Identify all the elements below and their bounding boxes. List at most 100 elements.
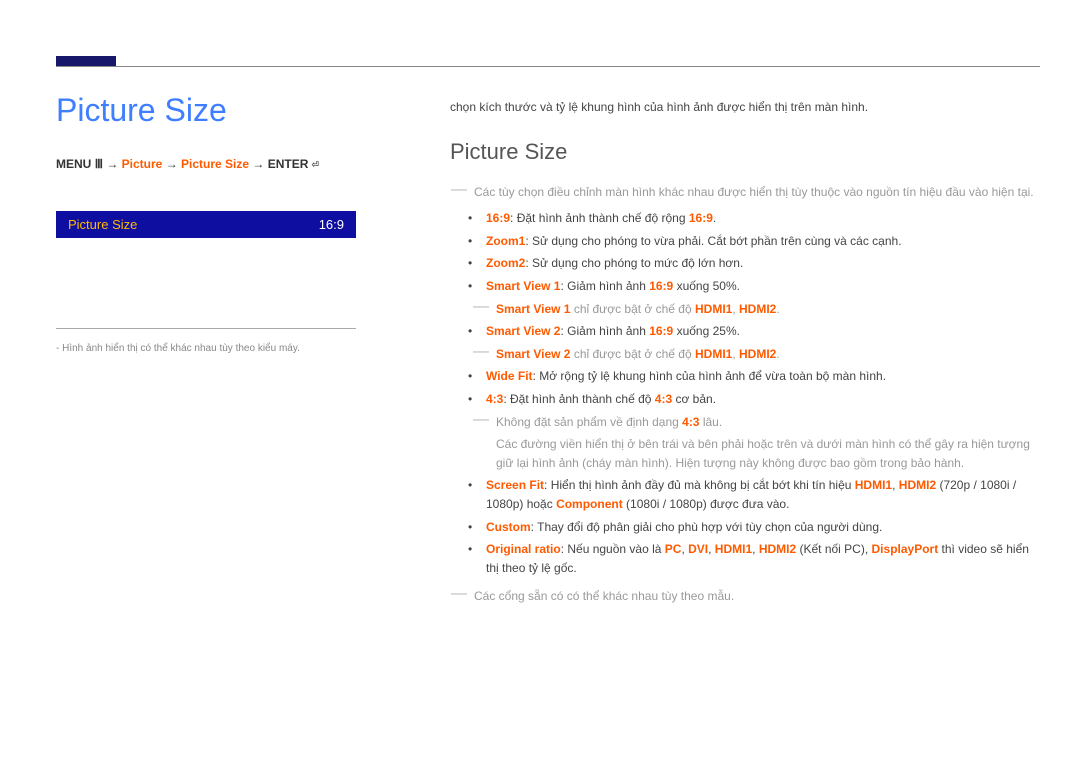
subnote-hi: HDMI2: [739, 347, 776, 361]
subnote-sv1: ― Smart View 1 chỉ được bật ở chế độ HDM…: [472, 300, 1035, 319]
breadcrumb-menu: MENU: [56, 157, 91, 171]
option-4-3: • 4:3: Đặt hình ảnh thành chế độ 4:3 cơ …: [468, 390, 1035, 409]
option-hi: 16:9: [649, 279, 673, 293]
option-hi: 4:3: [655, 392, 672, 406]
option-text: ,: [752, 542, 759, 556]
subnote-plain: .: [776, 347, 779, 361]
option-text: cơ bản.: [672, 392, 716, 406]
option-hi: DisplayPort: [872, 542, 939, 556]
option-hi: HDMI2: [899, 478, 936, 492]
left-footnote-dash: -: [56, 343, 59, 354]
intro-text: chọn kích thước và tỷ lệ khung hình của …: [450, 98, 1035, 117]
left-footnote-text: Hình ảnh hiển thị có thể khác nhau tùy t…: [62, 343, 300, 354]
option-text: ,: [892, 478, 899, 492]
subnote-hi: HDMI1: [695, 302, 732, 316]
bullet-icon: •: [468, 232, 476, 251]
bullet-icon: •: [468, 322, 476, 341]
breadcrumb-picture: Picture: [122, 157, 163, 171]
dash-icon: ―: [450, 587, 468, 606]
subnote-hi: HDMI1: [695, 347, 732, 361]
subnote-text: Không đặt sản phẩm về định dạng 4:3 lâu.: [496, 413, 1035, 432]
option-body: Wide Fit: Mở rộng tỷ lệ khung hình của h…: [486, 367, 1035, 386]
bullet-icon: •: [468, 476, 476, 513]
breadcrumb-arrow-3: →: [252, 157, 267, 171]
osd-menu-label: Picture Size: [68, 217, 137, 232]
breadcrumb-arrow-2: →: [166, 157, 181, 171]
option-zoom1: • Zoom1: Sử dụng cho phóng to vừa phải. …: [468, 232, 1035, 251]
option-body: Smart View 2: Giảm hình ảnh 16:9 xuống 2…: [486, 322, 1035, 341]
option-hi: HDMI2: [759, 542, 796, 556]
option-original-ratio: • Original ratio: Nếu nguồn vào là PC, D…: [468, 540, 1035, 577]
osd-menu-value: 16:9: [319, 217, 344, 232]
option-key: Smart View 1: [486, 279, 560, 293]
option-text: : Giảm hình ảnh: [560, 279, 649, 293]
option-key: Zoom1: [486, 234, 525, 248]
option-key: Zoom2: [486, 256, 525, 270]
option-zoom2: • Zoom2: Sử dụng cho phóng to mức độ lớn…: [468, 254, 1035, 273]
option-body: 16:9: Đặt hình ảnh thành chế độ rộng 16:…: [486, 209, 1035, 228]
option-body: Smart View 1: Giảm hình ảnh 16:9 xuống 5…: [486, 277, 1035, 296]
option-text: (Kết nối PC),: [796, 542, 871, 556]
option-text: (1080i / 1080p) được đưa vào.: [623, 497, 790, 511]
option-key: Screen Fit: [486, 478, 544, 492]
option-text: : Nếu nguồn vào là: [561, 542, 665, 556]
option-smart-view-2: • Smart View 2: Giảm hình ảnh 16:9 xuống…: [468, 322, 1035, 341]
subnote-text: Smart View 2 chỉ được bật ở chế độ HDMI1…: [496, 345, 1035, 364]
option-text: : Thay đổi độ phân giải cho phù hợp với …: [531, 520, 883, 534]
option-text: : Sử dụng cho phóng to mức độ lớn hơn.: [525, 256, 743, 270]
osd-menu-row: Picture Size 16:9: [56, 211, 356, 238]
option-hi: Component: [556, 497, 623, 511]
subnote-hi: Smart View 1: [496, 302, 570, 316]
dash-icon: ―: [472, 300, 490, 319]
dash-icon: ―: [472, 413, 490, 432]
option-text: xuống 25%.: [673, 324, 740, 338]
option-body: Original ratio: Nếu nguồn vào là PC, DVI…: [486, 540, 1035, 577]
option-body: Zoom2: Sử dụng cho phóng to mức độ lớn h…: [486, 254, 1035, 273]
option-key: 16:9: [486, 211, 510, 225]
option-key: Original ratio: [486, 542, 561, 556]
option-smart-view-1: • Smart View 1: Giảm hình ảnh 16:9 xuống…: [468, 277, 1035, 296]
left-divider: [56, 328, 356, 329]
menu-icon: Ⅲ: [95, 157, 103, 171]
option-text: : Sử dụng cho phóng to vừa phải. Cắt bớt…: [525, 234, 901, 248]
page-title: Picture Size: [56, 92, 386, 129]
option-body: 4:3: Đặt hình ảnh thành chế độ 4:3 cơ bả…: [486, 390, 1035, 409]
option-16-9: • 16:9: Đặt hình ảnh thành chế độ rộng 1…: [468, 209, 1035, 228]
option-hi: DVI: [688, 542, 708, 556]
option-key: 4:3: [486, 392, 503, 406]
option-body: Screen Fit: Hiển thị hình ảnh đầy đủ mà …: [486, 476, 1035, 513]
bullet-icon: •: [468, 518, 476, 537]
breadcrumb-enter: ENTER: [268, 157, 309, 171]
option-text: : Giảm hình ảnh: [560, 324, 649, 338]
option-text: : Đặt hình ảnh thành chế độ rộng: [510, 211, 689, 225]
option-hi: 16:9: [689, 211, 713, 225]
option-text: ,: [708, 542, 715, 556]
bullet-icon: •: [468, 367, 476, 386]
bottom-note: ― Các cổng sẵn có có thể khác nhau tùy t…: [450, 587, 1035, 606]
option-key: Custom: [486, 520, 531, 534]
breadcrumb: MENU Ⅲ → Picture → Picture Size → ENTER …: [56, 157, 386, 171]
option-key: Wide Fit: [486, 369, 533, 383]
option-hi: HDMI1: [855, 478, 892, 492]
subnote-43-b: ― Các đường viền hiển thị ở bên trái và …: [472, 435, 1035, 472]
subnote-hi: Smart View 2: [496, 347, 570, 361]
subnote-plain: ,: [732, 347, 739, 361]
subnote-plain: chỉ được bật ở chế độ: [570, 302, 695, 316]
option-screen-fit: • Screen Fit: Hiển thị hình ảnh đầy đủ m…: [468, 476, 1035, 513]
top-note: ― Các tùy chọn điều chỉnh màn hình khác …: [450, 183, 1035, 202]
subnote-plain: Không đặt sản phẩm về định dạng: [496, 415, 682, 429]
top-note-text: Các tùy chọn điều chỉnh màn hình khác nh…: [474, 183, 1035, 202]
top-divider: [56, 66, 1040, 67]
subnote-hi: HDMI2: [739, 302, 776, 316]
option-text: .: [713, 211, 716, 225]
subnote-text: Các đường viền hiển thị ở bên trái và bê…: [496, 435, 1035, 472]
option-text: : Hiển thị hình ảnh đầy đủ mà không bị c…: [544, 478, 855, 492]
breadcrumb-picture-size: Picture Size: [181, 157, 249, 171]
left-column: Picture Size MENU Ⅲ → Picture → Picture …: [56, 92, 386, 354]
option-text: : Mở rộng tỷ lệ khung hình của hình ảnh …: [533, 369, 886, 383]
option-hi: 16:9: [649, 324, 673, 338]
subnote-sv2: ― Smart View 2 chỉ được bật ở chế độ HDM…: [472, 345, 1035, 364]
dash-icon: ―: [472, 345, 490, 364]
option-hi: PC: [665, 542, 682, 556]
subnote-43-a: ― Không đặt sản phẩm về định dạng 4:3 lâ…: [472, 413, 1035, 432]
